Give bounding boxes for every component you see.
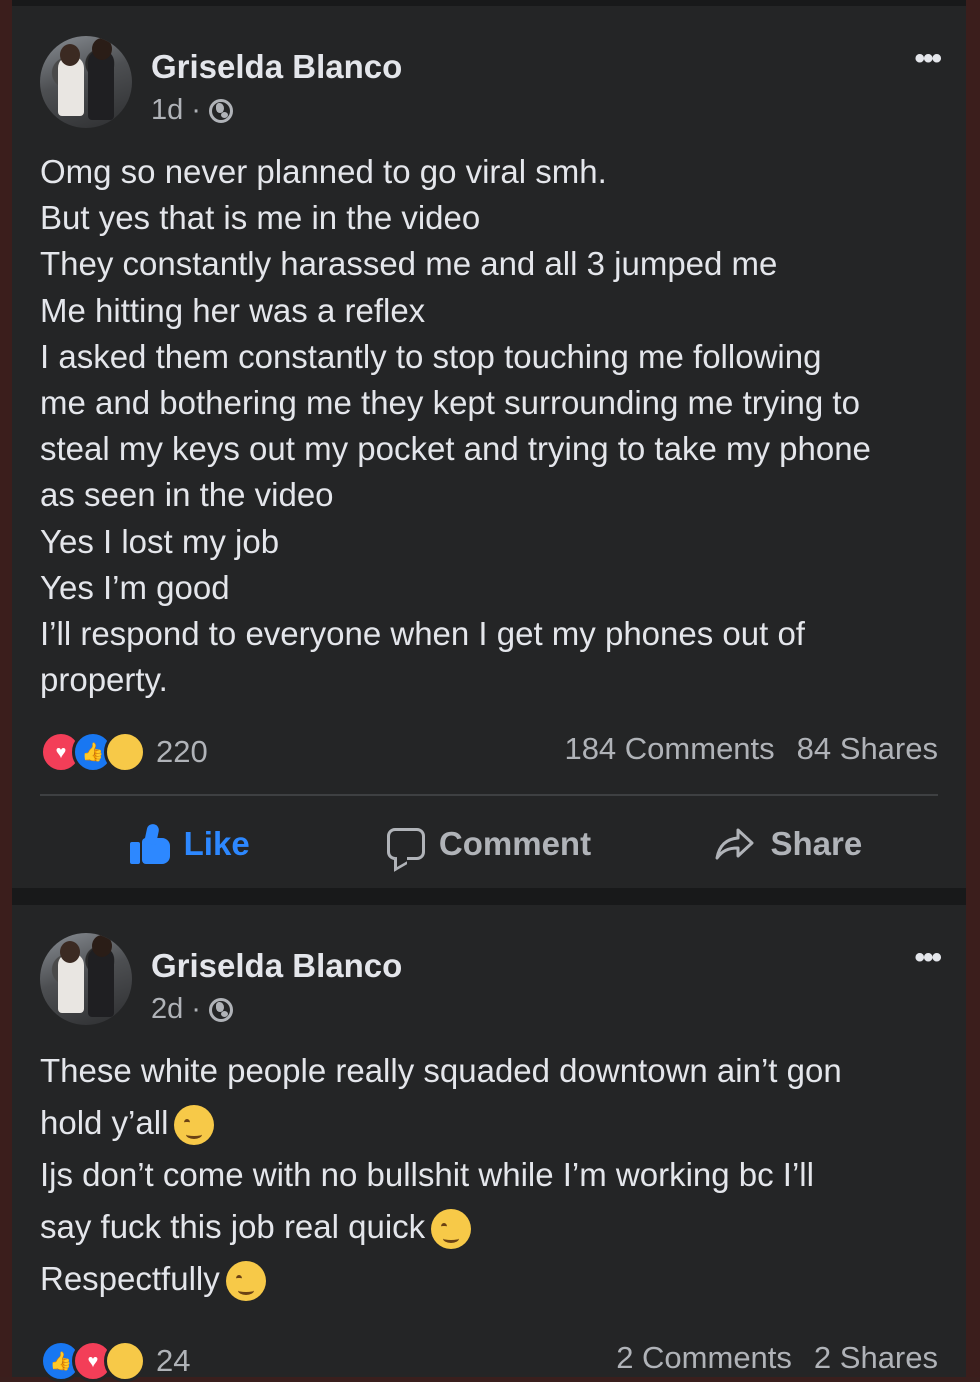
- feed-post: Griselda Blanco 1d · ••• Omg so never pl…: [12, 6, 966, 888]
- post-text-line: me and bothering me they kept surroundin…: [40, 384, 860, 422]
- post-text-line: Omg so never planned to go viral smh.: [40, 153, 607, 190]
- feed-post: Griselda Blanco 2d · ••• These white peo…: [12, 905, 966, 1382]
- post-body: Omg so never planned to go viral smh. Bu…: [40, 149, 950, 703]
- post-text-line: These white people really squaded downto…: [40, 1052, 842, 1089]
- comment-bubble-icon: [386, 828, 425, 860]
- comments-count-link[interactable]: 184 Comments: [564, 731, 774, 767]
- avatar[interactable]: [40, 933, 132, 1025]
- kissing-face-icon: [225, 1261, 266, 1302]
- globe-icon: [208, 98, 233, 123]
- reaction-count: 24: [156, 1343, 191, 1378]
- post-body: These white people really squaded downto…: [40, 1045, 950, 1305]
- divider: [40, 794, 938, 796]
- comments-count-link[interactable]: 2 Comments: [616, 1340, 792, 1376]
- shares-count-link[interactable]: 84 Shares: [797, 731, 938, 767]
- post-text-line: property.: [40, 661, 168, 699]
- thumbs-up-icon: [129, 822, 170, 864]
- post-text-line: They constantly harassed me and all 3 ju…: [40, 245, 778, 283]
- post-stats: ♥ 👍 220 184 Comments 84 Shares: [40, 731, 938, 773]
- post-separator: [12, 888, 966, 905]
- post-text-line: Yes I lost my job: [40, 522, 280, 560]
- reactions-summary[interactable]: ♥ 👍 220: [40, 731, 208, 773]
- comment-label: Comment: [438, 825, 592, 862]
- post-text-line: I’ll respond to everyone when I get my p…: [40, 615, 805, 653]
- left-frame-border: [0, 0, 12, 1377]
- globe-icon: [208, 997, 233, 1022]
- avatar[interactable]: [40, 36, 132, 128]
- post-text-line: Ijs don’t come with no bullshit while I’…: [40, 1156, 814, 1193]
- post-text-line: steal my keys out my pocket and trying t…: [40, 430, 871, 468]
- post-text-line: Yes I’m good: [40, 568, 230, 606]
- more-options-icon[interactable]: •••: [914, 941, 941, 975]
- like-label: Like: [183, 825, 250, 862]
- share-arrow-icon: [715, 828, 754, 860]
- meta-separator: ·: [191, 993, 201, 1025]
- post-text-line: say fuck this job real quick: [40, 1201, 950, 1253]
- haha-icon: [104, 1340, 146, 1382]
- post-author-name[interactable]: Griselda Blanco: [151, 947, 402, 985]
- post-stats: 👍 ♥ 24 2 Comments 2 Shares: [40, 1340, 938, 1382]
- care-icon: [104, 731, 146, 773]
- more-options-icon[interactable]: •••: [914, 42, 941, 76]
- post-text-line: But yes that is me in the video: [40, 199, 481, 237]
- post-text-line: as seen in the video: [40, 476, 334, 514]
- woozy-face-icon: [174, 1105, 215, 1146]
- like-button[interactable]: Like: [40, 814, 339, 874]
- share-button[interactable]: Share: [639, 814, 938, 874]
- post-meta: 1d ·: [151, 94, 233, 127]
- post-meta: 2d ·: [151, 993, 233, 1026]
- post-text-line: I asked them constantly to stop touching…: [40, 337, 822, 375]
- reaction-count: 220: [156, 734, 208, 769]
- shares-count-link[interactable]: 2 Shares: [814, 1340, 938, 1376]
- post-author-name[interactable]: Griselda Blanco: [151, 48, 402, 86]
- reactions-summary[interactable]: 👍 ♥ 24: [40, 1340, 190, 1382]
- share-label: Share: [770, 825, 863, 862]
- post-time[interactable]: 2d: [151, 993, 183, 1026]
- relieved-face-icon: [431, 1209, 472, 1250]
- meta-separator: ·: [191, 94, 201, 126]
- post-text-line: Me hitting her was a reflex: [40, 291, 426, 329]
- comment-button[interactable]: Comment: [339, 814, 638, 874]
- post-text-line: hold y’all: [40, 1097, 950, 1149]
- post-text-line: Respectfully: [40, 1253, 950, 1305]
- right-frame-border: [966, 0, 980, 1377]
- post-time[interactable]: 1d: [151, 94, 183, 127]
- post-actions-bar: Like Comment Share: [40, 814, 938, 874]
